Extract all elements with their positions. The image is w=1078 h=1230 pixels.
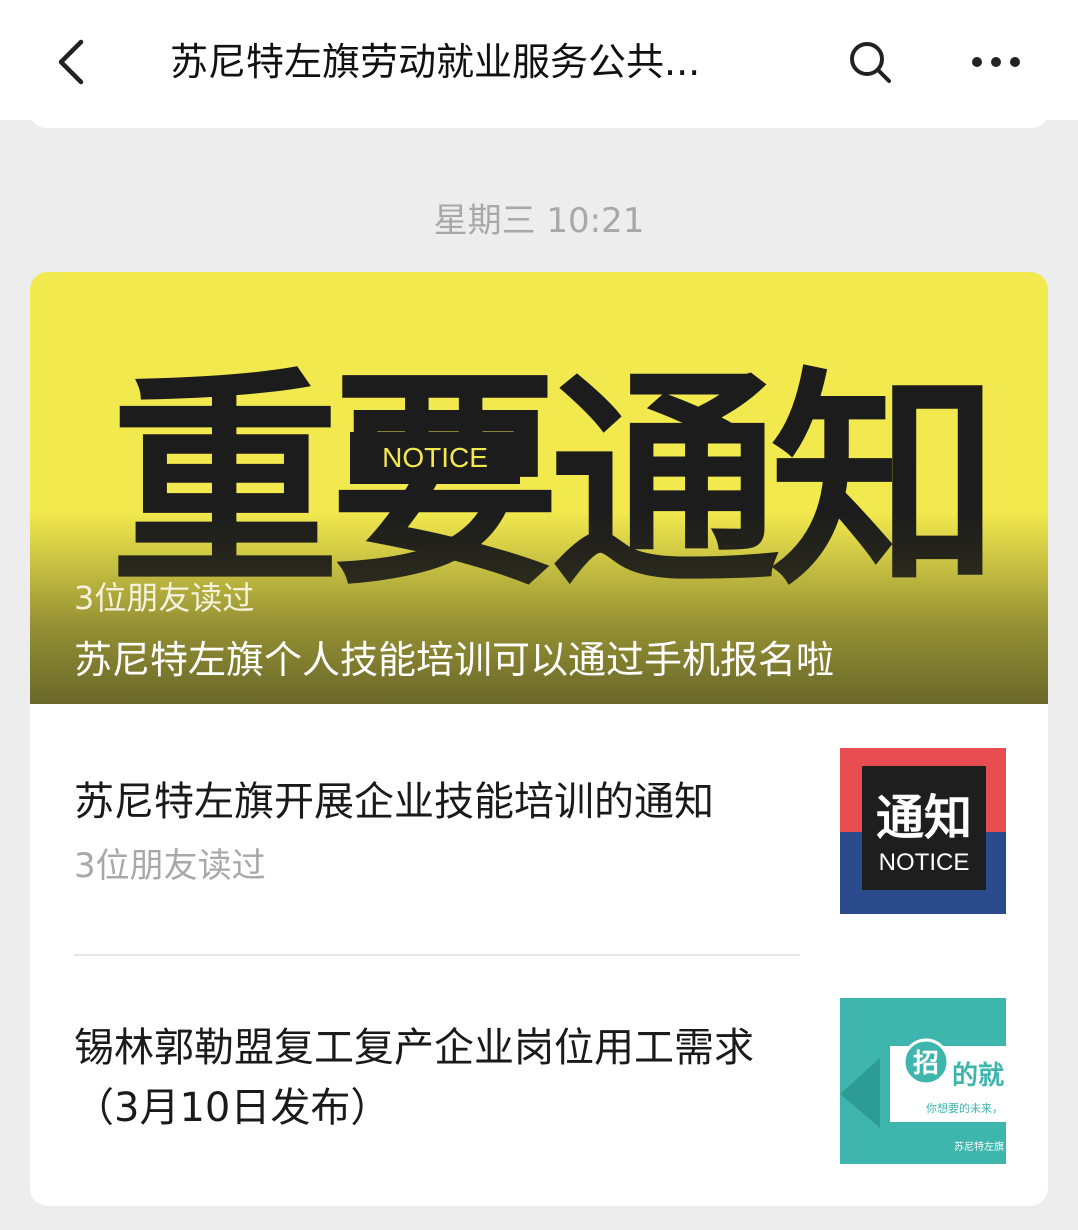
thumb-badge: 招 (913, 1049, 939, 1079)
article-thumbnail: 招 的就 你想要的未来， 苏尼特左旗 (840, 998, 1006, 1164)
more-button[interactable] (960, 34, 1032, 90)
back-button[interactable] (40, 30, 100, 94)
article-item[interactable]: 锡林郭勒盟复工复产企业岗位用工需求（3月10日发布） 招 的就 你想要的未来， … (30, 956, 1048, 1206)
article-item[interactable]: 苏尼特左旗开展企业技能培训的通知 3位朋友读过 通知 NOTICE (30, 704, 1048, 954)
search-button[interactable] (840, 34, 900, 90)
previous-card-edge (30, 110, 1048, 128)
article-card: 重要通知 NOTICE 3位朋友读过 苏尼特左旗个人技能培训可以通过手机报名啦 … (30, 272, 1048, 1206)
search-icon (850, 42, 891, 83)
top-bar: 苏尼特左旗劳动就业服务公共... (0, 0, 1078, 120)
cover-title: 苏尼特左旗个人技能培训可以通过手机报名啦 (74, 638, 835, 682)
cover-readers: 3位朋友读过 (74, 579, 255, 617)
cover-article[interactable]: 重要通知 NOTICE 3位朋友读过 苏尼特左旗个人技能培训可以通过手机报名啦 (30, 272, 1048, 704)
message-timestamp: 星期三 10:21 (433, 201, 645, 241)
article-thumbnail: 通知 NOTICE (840, 748, 1006, 914)
page-title: 苏尼特左旗劳动就业服务公共... (170, 40, 701, 84)
article-title: 苏尼特左旗开展企业技能培训的通知 (74, 779, 714, 825)
thumb-sub: NOTICE (879, 849, 970, 876)
thumb-text: 的就 (952, 1060, 1004, 1091)
article-readers: 3位朋友读过 (74, 846, 266, 886)
more-dots-icon (972, 57, 1020, 67)
thumb-text: 通知 (876, 790, 972, 846)
banner-badge: NOTICE (382, 442, 488, 473)
thumb-sub: 你想要的未来， (926, 1101, 1003, 1115)
article-title: 锡林郭勒盟复工复产企业岗位用工需求（3月10日发布） (74, 1025, 754, 1131)
chevron-left-icon (58, 39, 84, 85)
thumb-footer: 苏尼特左旗 (954, 1140, 1004, 1153)
